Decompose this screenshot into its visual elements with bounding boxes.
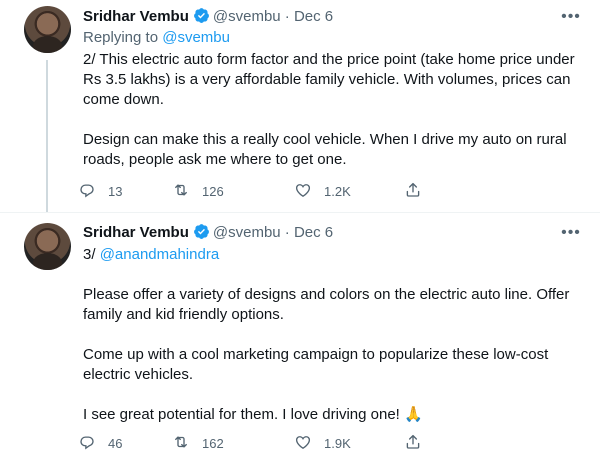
share-button[interactable] xyxy=(404,181,422,201)
separator-dot: · xyxy=(284,8,290,25)
replying-to: Replying to @svembu xyxy=(83,28,230,48)
verified-badge-icon xyxy=(193,7,210,30)
more-icon[interactable]: ••• xyxy=(560,9,582,30)
replying-to-prefix: Replying to xyxy=(83,29,163,46)
author-name[interactable]: Sridhar Vembu xyxy=(83,224,189,241)
reply-count: 13 xyxy=(108,183,123,199)
tweet-text: 2/ This electric auto form factor and th… xyxy=(83,50,583,170)
more-icon[interactable]: ••• xyxy=(560,225,582,246)
tweet-date[interactable]: Dec 6 xyxy=(294,8,333,25)
verified-badge-icon xyxy=(193,223,210,246)
retweet-button[interactable]: 162 xyxy=(172,433,224,453)
tweet[interactable]: Sridhar Vembu @svembu · Dec 6 ••• Replyin… xyxy=(0,0,600,213)
share-icon xyxy=(404,181,422,202)
like-button[interactable]: 1.9K xyxy=(294,433,351,453)
tweet-paragraph: I see great potential for them. I love d… xyxy=(83,406,423,423)
tweet-date[interactable]: Dec 6 xyxy=(294,224,333,241)
reply-icon xyxy=(78,181,96,202)
share-icon xyxy=(404,433,422,454)
retweet-icon xyxy=(172,433,190,454)
retweet-count: 162 xyxy=(202,435,224,451)
thread-connector-line xyxy=(46,60,48,213)
reply-count: 46 xyxy=(108,435,123,451)
like-icon xyxy=(294,433,312,454)
tweet-header: Sridhar Vembu @svembu · Dec 6 xyxy=(83,223,333,243)
separator-dot: · xyxy=(284,224,290,241)
replying-to-link[interactable]: @svembu xyxy=(162,29,230,46)
reply-button[interactable]: 13 xyxy=(78,181,122,201)
tweet[interactable]: Sridhar Vembu @svembu · Dec 6 ••• 3/ @ana… xyxy=(0,213,600,462)
author-name[interactable]: Sridhar Vembu xyxy=(83,8,189,25)
tweet-paragraph: Come up with a cool marketing campaign t… xyxy=(83,346,549,383)
reply-icon xyxy=(78,433,96,454)
tweet-first-line: 3/ @anandmahindra xyxy=(83,245,583,265)
share-button[interactable] xyxy=(404,433,422,453)
tweet-paragraph: Please offer a variety of designs and co… xyxy=(83,286,570,323)
tweet-actions: 13 126 1.2K xyxy=(78,181,518,201)
avatar[interactable] xyxy=(24,6,71,53)
mention-link[interactable]: @anandmahindra xyxy=(100,246,219,263)
tweet-paragraph: Design can make this a really cool vehic… xyxy=(83,131,567,168)
like-button[interactable]: 1.2K xyxy=(294,181,351,201)
like-icon xyxy=(294,181,312,202)
mention-prefix: 3/ xyxy=(83,246,100,263)
avatar[interactable] xyxy=(24,223,71,270)
tweet-paragraph: 2/ This electric auto form factor and th… xyxy=(83,51,575,108)
reply-button[interactable]: 46 xyxy=(78,433,122,453)
tweet-text: 3/ @anandmahindra Please offer a variety… xyxy=(83,245,583,425)
like-count: 1.2K xyxy=(324,183,351,199)
author-handle[interactable]: @svembu xyxy=(213,224,281,241)
tweet-actions: 46 162 1.9K xyxy=(78,433,518,453)
tweet-header: Sridhar Vembu @svembu · Dec 6 xyxy=(83,7,333,27)
retweet-button[interactable]: 126 xyxy=(172,181,224,201)
retweet-count: 126 xyxy=(202,183,224,199)
like-count: 1.9K xyxy=(324,435,351,451)
author-handle[interactable]: @svembu xyxy=(213,8,281,25)
retweet-icon xyxy=(172,181,190,202)
